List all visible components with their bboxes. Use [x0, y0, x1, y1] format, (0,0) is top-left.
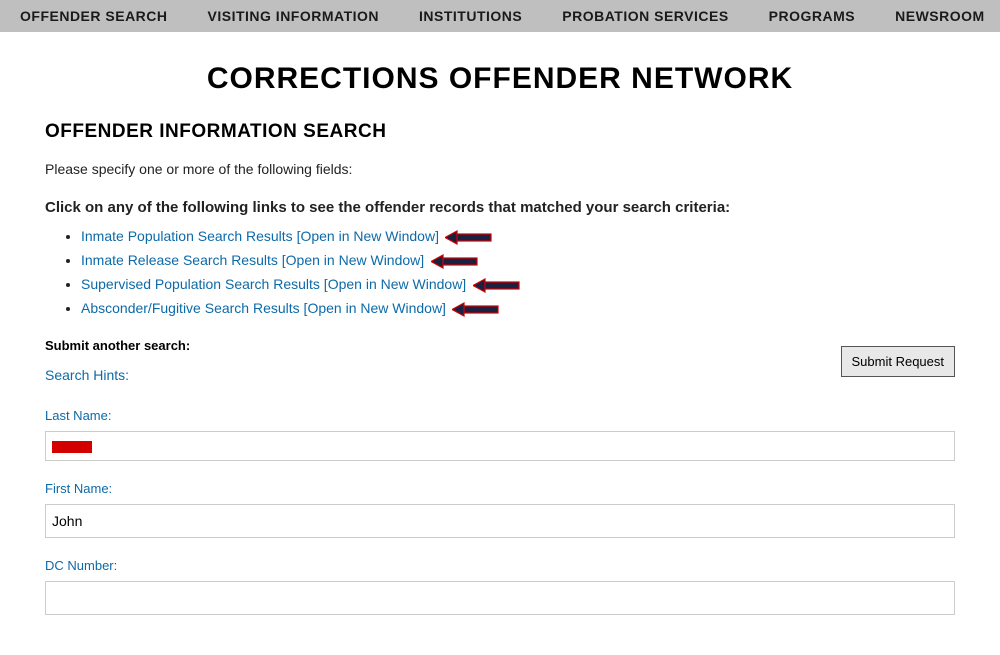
- instruction-text: Please specify one or more of the follow…: [45, 161, 955, 177]
- submit-request-button[interactable]: Submit Request: [841, 346, 956, 377]
- results-list: Inmate Population Search Results [Open i…: [45, 228, 955, 318]
- nav-programs[interactable]: PROGRAMS: [769, 8, 855, 24]
- result-item: Absconder/Fugitive Search Results [Open …: [81, 300, 955, 318]
- arrow-icon: [452, 301, 500, 317]
- result-item: Supervised Population Search Results [Op…: [81, 276, 955, 294]
- page-title: CORRECTIONS OFFENDER NETWORK: [45, 62, 955, 96]
- nav-offender-search[interactable]: OFFENDER SEARCH: [20, 8, 168, 24]
- nav-newsroom[interactable]: NEWSROOM: [895, 8, 985, 24]
- top-navbar: OFFENDER SEARCH VISITING INFORMATION INS…: [0, 0, 1000, 32]
- submit-another-label: Submit another search:: [45, 338, 955, 353]
- search-hints-link[interactable]: Search Hints:: [45, 367, 129, 383]
- nav-probation-services[interactable]: PROBATION SERVICES: [562, 8, 728, 24]
- inmate-release-link[interactable]: Inmate Release Search Results [Open in N…: [81, 252, 424, 268]
- result-item: Inmate Population Search Results [Open i…: [81, 228, 955, 246]
- inmate-population-link[interactable]: Inmate Population Search Results [Open i…: [81, 228, 439, 244]
- dc-number-input[interactable]: [45, 581, 955, 615]
- results-instruction: Click on any of the following links to s…: [45, 199, 955, 216]
- last-name-input[interactable]: [45, 431, 955, 461]
- absconder-fugitive-link[interactable]: Absconder/Fugitive Search Results [Open …: [81, 300, 446, 316]
- arrow-icon: [473, 277, 521, 293]
- section-title: OFFENDER INFORMATION SEARCH: [45, 121, 955, 143]
- first-name-input[interactable]: [45, 504, 955, 538]
- arrow-icon: [431, 253, 479, 269]
- nav-visiting-information[interactable]: VISITING INFORMATION: [208, 8, 380, 24]
- nav-institutions[interactable]: INSTITUTIONS: [419, 8, 522, 24]
- supervised-population-link[interactable]: Supervised Population Search Results [Op…: [81, 276, 466, 292]
- redacted-value: [52, 441, 92, 453]
- result-item: Inmate Release Search Results [Open in N…: [81, 252, 955, 270]
- first-name-label: First Name:: [45, 481, 955, 496]
- last-name-label: Last Name:: [45, 408, 955, 423]
- arrow-icon: [445, 229, 493, 245]
- dc-number-label: DC Number:: [45, 558, 955, 573]
